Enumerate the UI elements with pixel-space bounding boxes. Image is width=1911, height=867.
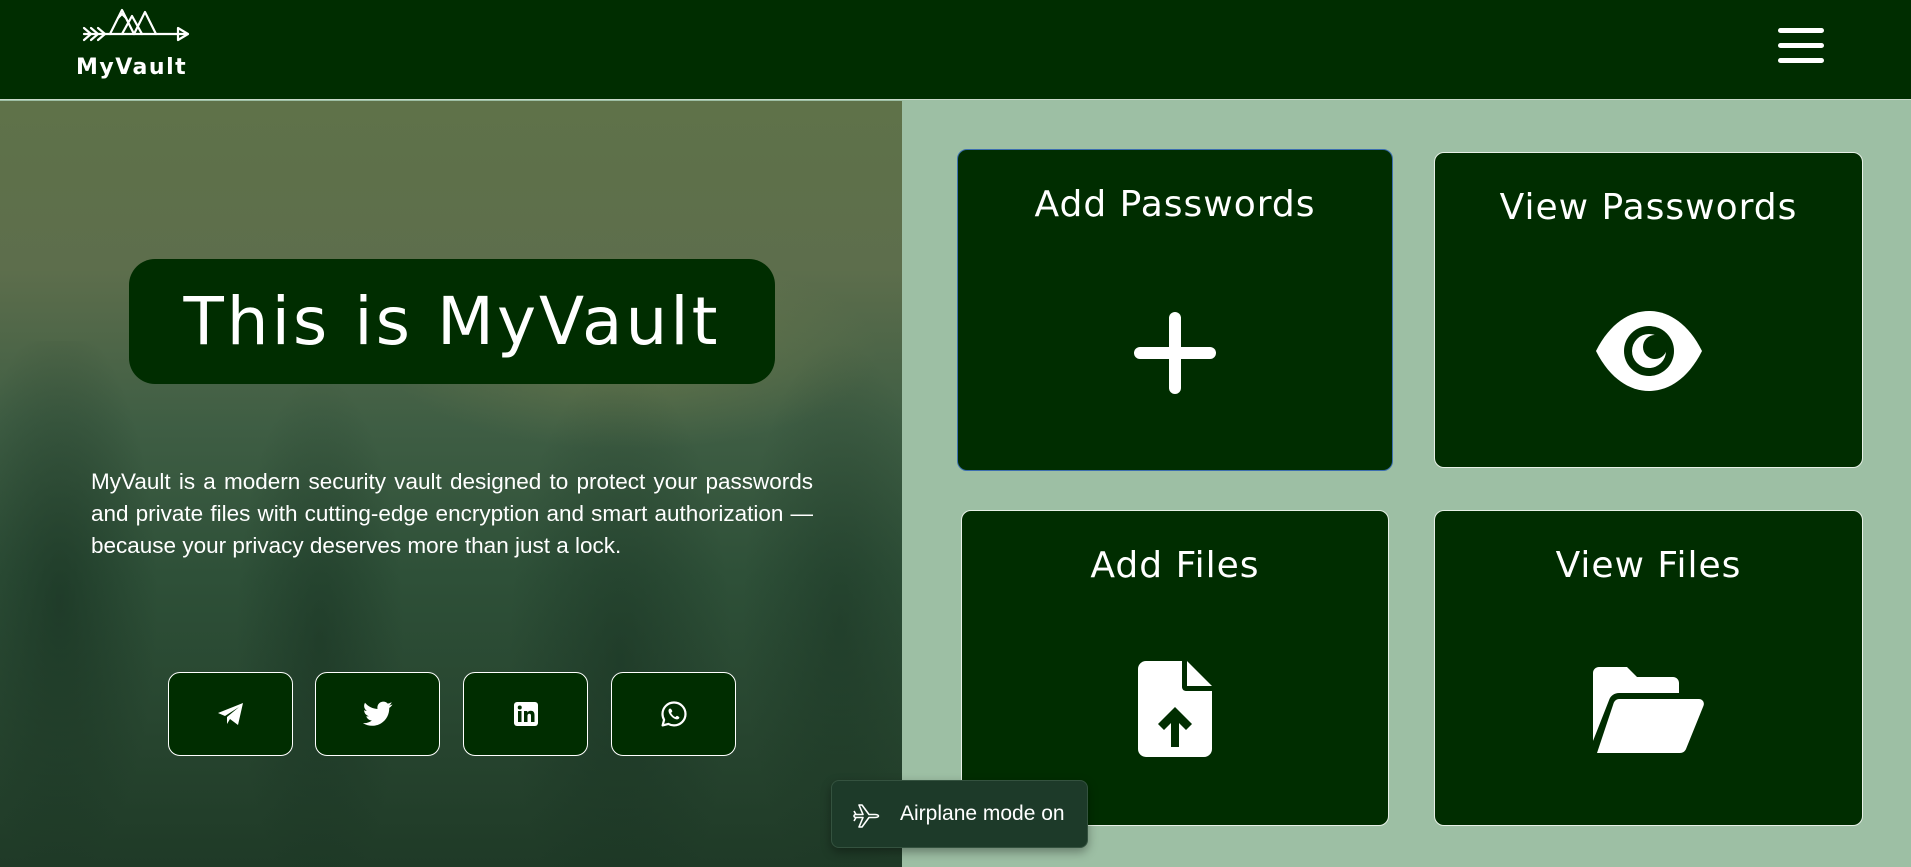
- linkedin-icon: [513, 702, 538, 726]
- whatsapp-button[interactable]: [611, 672, 736, 756]
- hero-title-box: This is MyVault: [129, 259, 775, 384]
- logo[interactable]: MyVault: [74, 4, 194, 84]
- whatsapp-icon: [660, 701, 687, 727]
- hamburger-menu-icon-bar: [1778, 43, 1824, 48]
- eye-icon: [1595, 311, 1702, 391]
- airplane-icon: [853, 804, 880, 828]
- telegram-button[interactable]: [168, 672, 293, 756]
- hero-title: This is MyVault: [183, 283, 721, 360]
- card-title: View Passwords: [1499, 187, 1798, 228]
- view-files-card[interactable]: View Files: [1434, 510, 1863, 826]
- add-passwords-card[interactable]: Add Passwords: [957, 149, 1393, 471]
- navbar: MyVault: [0, 0, 1911, 100]
- mountain-arrow-logo-icon: [82, 8, 190, 42]
- hamburger-menu-icon-bar: [1778, 58, 1824, 63]
- telegram-icon: [217, 703, 243, 725]
- social-links: [168, 672, 738, 757]
- plus-icon: [1134, 312, 1216, 394]
- card-title: Add Passwords: [1034, 184, 1316, 225]
- twitter-button[interactable]: [315, 672, 440, 756]
- linkedin-button[interactable]: [463, 672, 588, 756]
- logo-text: MyVault: [76, 55, 188, 80]
- hero-description: MyVault is a modern security vault desig…: [91, 469, 813, 558]
- folder-open-icon: [1592, 667, 1704, 753]
- file-upload-icon: [1138, 661, 1212, 757]
- dashboard-panel: Add Passwords View Passwords Add Files V…: [902, 101, 1911, 867]
- add-files-card[interactable]: Add Files: [961, 510, 1389, 826]
- hamburger-menu-button[interactable]: [1774, 24, 1828, 68]
- twitter-icon: [362, 701, 392, 726]
- toast-text: Airplane mode on: [900, 802, 1065, 825]
- airplane-mode-toast: Airplane mode on: [831, 780, 1088, 848]
- hamburger-menu-icon: [1778, 28, 1824, 33]
- hero-background-forest: [0, 341, 902, 867]
- card-title: View Files: [1555, 545, 1742, 586]
- card-title: Add Files: [1090, 545, 1260, 586]
- view-passwords-card[interactable]: View Passwords: [1434, 152, 1863, 468]
- hero-section: This is MyVault MyVault is a modern secu…: [0, 101, 902, 867]
